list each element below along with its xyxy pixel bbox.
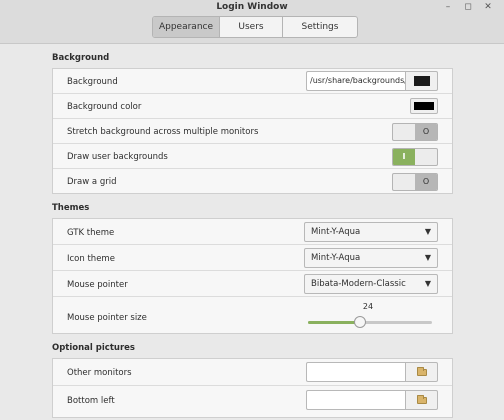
stretch-background-label: Stretch background across multiple monit… — [67, 127, 259, 137]
color-swatch — [414, 102, 434, 110]
row-icon-theme: Icon theme Mint-Y-Aqua ▼ — [53, 245, 452, 271]
section-title-optional-pictures: Optional pictures — [52, 343, 135, 353]
icon-theme-dropdown[interactable]: Mint-Y-Aqua ▼ — [304, 248, 438, 268]
minimize-icon[interactable]: – — [441, 1, 455, 13]
mouse-pointer-size-value: 24 — [362, 302, 374, 311]
tab-bar: Appearance Users Settings — [152, 16, 358, 38]
row-stretch-background: Stretch background across multiple monit… — [53, 119, 452, 144]
other-monitors-field[interactable] — [306, 362, 406, 382]
optional-pictures-group: Other monitors Bottom left — [52, 358, 453, 418]
chevron-down-icon: ▼ — [424, 253, 431, 262]
bottom-left-field[interactable] — [306, 390, 406, 410]
background-color-label: Background color — [67, 102, 142, 112]
close-icon[interactable]: ✕ — [481, 1, 495, 13]
bottom-left-browse-button[interactable] — [406, 390, 438, 410]
title-bar: Login Window – ◻ ✕ Appearance Users Sett… — [0, 0, 504, 44]
mouse-pointer-label: Mouse pointer — [67, 280, 128, 290]
row-bottom-left: Bottom left — [53, 386, 452, 414]
slider-fill — [308, 321, 361, 324]
background-label: Background — [67, 77, 118, 87]
background-chooser-button[interactable] — [406, 71, 438, 91]
folder-icon — [417, 395, 427, 404]
row-mouse-pointer: Mouse pointer Bibata-Modern-Classic ▼ — [53, 271, 452, 297]
themes-group: GTK theme Mint-Y-Aqua ▼ Icon theme Mint-… — [52, 218, 453, 334]
row-background-color: Background color — [53, 94, 452, 119]
stretch-background-switch[interactable]: O — [392, 123, 438, 141]
tab-settings[interactable]: Settings — [283, 17, 357, 37]
section-title-background: Background — [52, 53, 110, 63]
background-path-field[interactable]: /usr/share/backgrounds/ — [306, 71, 406, 91]
mouse-pointer-size-slider[interactable] — [308, 316, 432, 328]
background-thumbnail — [414, 76, 430, 86]
maximize-icon[interactable]: ◻ — [461, 1, 475, 13]
slider-handle[interactable] — [354, 316, 367, 328]
section-title-themes: Themes — [52, 203, 90, 213]
other-monitors-browse-button[interactable] — [406, 362, 438, 382]
mouse-pointer-size-label: Mouse pointer size — [67, 313, 147, 323]
background-color-button[interactable] — [410, 98, 438, 114]
switch-off-glyph: O — [422, 177, 430, 186]
chevron-down-icon: ▼ — [424, 279, 431, 288]
switch-off-glyph: O — [422, 127, 430, 136]
row-draw-user-backgrounds: Draw user backgrounds I — [53, 144, 452, 169]
background-group: Background /usr/share/backgrounds/ Backg… — [52, 68, 453, 194]
draw-user-backgrounds-label: Draw user backgrounds — [67, 152, 168, 162]
mouse-pointer-dropdown[interactable]: Bibata-Modern-Classic ▼ — [304, 274, 438, 294]
row-background: Background /usr/share/backgrounds/ — [53, 69, 452, 94]
row-draw-grid: Draw a grid O — [53, 169, 452, 194]
folder-icon — [417, 367, 427, 376]
draw-user-backgrounds-switch[interactable]: I — [392, 148, 438, 166]
icon-theme-value: Mint-Y-Aqua — [311, 253, 361, 263]
tab-appearance[interactable]: Appearance — [153, 17, 220, 37]
gtk-theme-dropdown[interactable]: Mint-Y-Aqua ▼ — [304, 222, 438, 242]
bottom-left-label: Bottom left — [67, 396, 115, 406]
row-mouse-pointer-size: Mouse pointer size 24 — [53, 297, 452, 334]
chevron-down-icon: ▼ — [424, 227, 431, 236]
tab-users[interactable]: Users — [220, 17, 283, 37]
draw-grid-label: Draw a grid — [67, 177, 117, 187]
gtk-theme-label: GTK theme — [67, 228, 115, 238]
icon-theme-label: Icon theme — [67, 254, 115, 264]
window-title: Login Window — [216, 2, 288, 12]
mouse-pointer-value: Bibata-Modern-Classic — [311, 279, 406, 289]
gtk-theme-value: Mint-Y-Aqua — [311, 227, 361, 237]
row-gtk-theme: GTK theme Mint-Y-Aqua ▼ — [53, 219, 452, 245]
other-monitors-label: Other monitors — [67, 368, 132, 378]
draw-grid-switch[interactable]: O — [392, 173, 438, 191]
switch-on-glyph: I — [402, 152, 406, 161]
row-other-monitors: Other monitors — [53, 359, 452, 386]
